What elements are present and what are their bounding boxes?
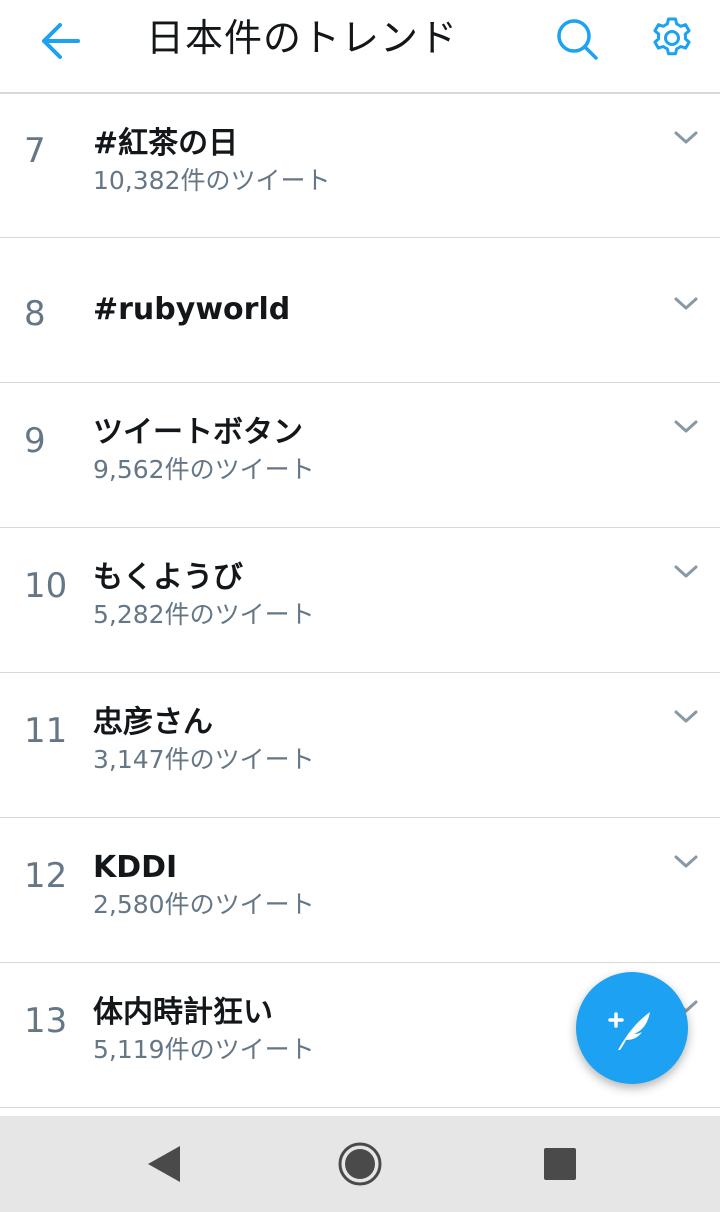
chevron-down-icon[interactable] — [672, 294, 700, 314]
trend-name: 忠彦さん — [93, 705, 213, 740]
trend-name: 体内時計狂い — [93, 995, 273, 1030]
trend-row[interactable]: 9 ツイートボタン 9,562件のツイート — [0, 383, 720, 528]
trend-rank: 7 — [24, 131, 46, 171]
trend-rank: 9 — [24, 421, 46, 461]
trend-rank: 13 — [24, 1001, 68, 1041]
trend-rank: 11 — [24, 711, 68, 751]
trend-name: KDDI — [93, 850, 178, 885]
trend-name: #紅茶の日 — [93, 126, 239, 161]
nav-back-button[interactable] — [136, 1140, 192, 1188]
compose-tweet-button[interactable] — [576, 972, 688, 1084]
trend-rank: 8 — [24, 294, 46, 334]
trend-tweet-count: 5,282件のツイート — [93, 600, 315, 629]
search-icon — [557, 19, 598, 60]
chevron-down-icon[interactable] — [672, 562, 700, 582]
nav-recent-button[interactable] — [532, 1140, 588, 1188]
trend-rank: 12 — [24, 856, 68, 896]
nav-home-icon — [338, 1142, 382, 1186]
gear-icon — [653, 17, 691, 56]
trend-row[interactable]: 10 もくようび 5,282件のツイート — [0, 528, 720, 673]
trend-tweet-count: 9,562件のツイート — [93, 455, 315, 484]
trend-tweet-count: 10,382件のツイート — [93, 166, 331, 195]
trend-tweet-count: 3,147件のツイート — [93, 745, 315, 774]
system-nav-bar — [0, 1116, 720, 1212]
chevron-down-icon[interactable] — [672, 707, 700, 727]
trend-tweet-count: 5,119件のツイート — [93, 1035, 315, 1064]
trend-row[interactable]: 11 忠彦さん 3,147件のツイート — [0, 673, 720, 818]
trend-row[interactable]: 12 KDDI 2,580件のツイート — [0, 818, 720, 963]
trend-name: もくようび — [93, 560, 243, 595]
trend-list: 7 #紅茶の日 10,382件のツイート 8 #rubyworld 9 ツイート… — [0, 94, 720, 1108]
chevron-down-icon[interactable] — [672, 128, 700, 148]
trend-row[interactable]: 8 #rubyworld — [0, 238, 720, 383]
back-button[interactable] — [30, 16, 90, 66]
app-header: 日本件のトレンド — [0, 0, 720, 94]
page-title: 日本件のトレンド — [146, 16, 459, 60]
trends-screen: 日本件のトレンド 7 #紅茶の日 10,382件のツイート 8 #rubywor… — [0, 0, 720, 1212]
arrow-left-icon — [42, 23, 80, 59]
chevron-down-icon[interactable] — [672, 852, 700, 872]
search-button[interactable] — [550, 14, 604, 64]
nav-home-button[interactable] — [332, 1140, 388, 1188]
trend-name: #rubyworld — [93, 292, 291, 327]
settings-button[interactable] — [646, 12, 698, 64]
trend-tweet-count: 2,580件のツイート — [93, 890, 315, 919]
trend-name: ツイートボタン — [93, 415, 303, 450]
trend-rank: 10 — [24, 566, 68, 606]
chevron-down-icon[interactable] — [672, 417, 700, 437]
trend-row[interactable]: 7 #紅茶の日 10,382件のツイート — [0, 94, 720, 238]
compose-tweet-icon — [608, 1012, 650, 1050]
nav-recent-icon — [544, 1148, 576, 1180]
nav-back-icon — [148, 1146, 180, 1182]
